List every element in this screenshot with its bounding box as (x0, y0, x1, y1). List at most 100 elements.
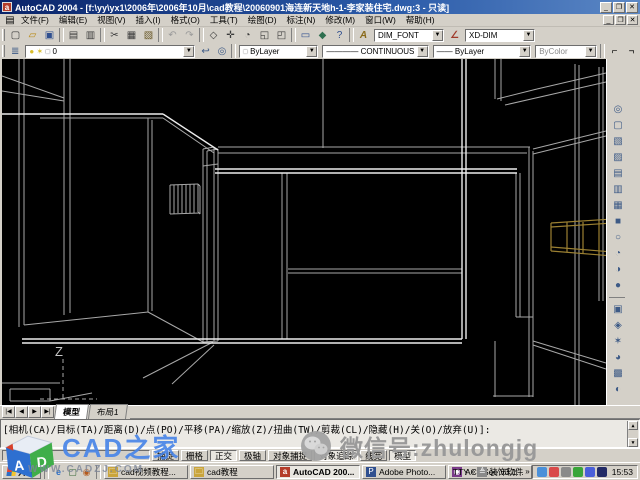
zoom-realtime-icon[interactable]: ◔ (239, 28, 256, 43)
tab-模型[interactable]: 模型 (54, 404, 89, 419)
3d-wireframe-icon[interactable]: ▧ (609, 133, 627, 149)
menu-工具T[interactable]: 工具(T) (205, 14, 243, 26)
2d-wireframe-icon[interactable]: ▢ (609, 117, 627, 133)
tab-nav-2[interactable]: ▶ (28, 406, 41, 418)
copy-icon[interactable]: ▦ (123, 28, 140, 43)
model-space-viewport[interactable]: Z (0, 59, 606, 405)
show-desktop-icon[interactable]: ▢ (66, 465, 79, 478)
menu-插入I[interactable]: 插入(I) (131, 14, 166, 26)
status-toggle-对象捕捉[interactable]: 对象捕捉 (268, 450, 312, 461)
task-button-cad教程[interactable]: 🗀cad教程 (190, 465, 274, 479)
pan-realtime-icon[interactable]: ✛ (222, 28, 239, 43)
task-button-cad视频教程...[interactable]: 🗀cad视频教程... (104, 465, 188, 479)
menu-修改M[interactable]: 修改(M) (320, 14, 360, 26)
layer-freeze-sun-icon[interactable]: ✶ (36, 47, 43, 56)
chevron-down-icon[interactable]: ▼ (417, 46, 428, 57)
3d-swivel-camera-icon[interactable]: ◎ (609, 101, 627, 117)
chevron-icon[interactable]: » (471, 467, 475, 476)
menu-编辑E[interactable]: 编辑(E) (54, 14, 92, 26)
flat-shaded-edges-icon[interactable]: ▦ (609, 197, 627, 213)
status-toggle-对象追踪[interactable]: 对象追踪 (314, 450, 358, 461)
layer-combo[interactable]: ● ✶ ■ 0 ▼ (25, 45, 195, 58)
layer-on-bulb-icon[interactable]: ● (29, 47, 34, 56)
command-line-window[interactable]: [相机(CA)/目标(TA)/距离(D)/点(PO)/平移(PA)/缩放(Z)/… (0, 419, 640, 448)
text-style-combo[interactable]: DIM_FONT ▼ (374, 29, 444, 42)
docked-toolbar-icon-1[interactable]: ¬ (623, 44, 640, 59)
linetype-combo[interactable]: ———— CONTINUOUS ▼ (322, 45, 428, 58)
redo-icon[interactable]: ↷ (181, 28, 198, 43)
scroll-down-icon[interactable]: ▼ (628, 438, 638, 447)
hidden-view-icon[interactable]: ▨ (609, 149, 627, 165)
tab-nav-0[interactable]: |◀ (2, 406, 15, 418)
menu-格式O[interactable]: 格式(O) (166, 14, 205, 26)
make-object-layer-current-icon[interactable]: ◎ (214, 44, 230, 59)
toolbar-grip[interactable] (2, 45, 5, 57)
3d-zoom-icon[interactable]: ◔ (609, 245, 627, 261)
layer-manager-icon[interactable]: ≣ (7, 44, 23, 59)
taskbar-toolbar-label[interactable]: ≜ 装饰软件 » (477, 466, 529, 478)
layer-previous-icon[interactable]: ↩ (197, 44, 213, 59)
title-bar[interactable]: a AutoCAD 2004 - [f:\yy\yx1\2006年\2006年1… (0, 0, 640, 14)
help-icon[interactable]: ? (331, 28, 348, 43)
document-window-close-icon[interactable]: ✕ (627, 15, 638, 25)
text-style-icon[interactable]: A (355, 28, 372, 43)
tray-icon-0[interactable] (537, 467, 547, 477)
status-toggle-栅格[interactable]: 栅格 (181, 450, 208, 461)
render-icon[interactable]: ▣ (609, 301, 627, 317)
status-toggle-线宽[interactable]: 线宽 (360, 450, 387, 461)
window-minimize-icon[interactable]: _ (600, 2, 612, 13)
menu-绘图D[interactable]: 绘图(D) (243, 14, 282, 26)
3d-orbit-icon[interactable]: ◑ (609, 261, 627, 277)
3d-continuous-orbit-icon[interactable]: ● (609, 277, 627, 293)
paste-icon[interactable]: ▧ (140, 28, 157, 43)
tray-icon-3[interactable] (573, 467, 583, 477)
undo-icon[interactable]: ↶ (164, 28, 181, 43)
menu-标注N[interactable]: 标注(N) (282, 14, 321, 26)
scenes-icon[interactable]: ◈ (609, 317, 627, 333)
status-toggle-模型[interactable]: 模型 (389, 450, 416, 461)
scroll-up-icon[interactable]: ▲ (628, 421, 638, 430)
lights-icon[interactable]: ✶ (609, 333, 627, 349)
menu-窗口W[interactable]: 窗口(W) (360, 14, 401, 26)
zoom-previous-icon[interactable]: ◰ (273, 28, 290, 43)
gouraud-shaded-edges-icon[interactable]: ■ (609, 213, 627, 229)
chevron-down-icon[interactable]: ▼ (432, 30, 443, 41)
tray-icon-4[interactable] (585, 467, 595, 477)
lineweight-combo[interactable]: —— ByLayer ▼ (433, 45, 532, 58)
chevron-icon[interactable]: » (525, 467, 529, 476)
menu-视图V[interactable]: 视图(V) (92, 14, 130, 26)
tab-nav-3[interactable]: ▶| (41, 406, 54, 418)
plot-preview-icon[interactable]: ▥ (82, 28, 99, 43)
tabs-scroll-track[interactable] (130, 406, 640, 419)
save-icon[interactable]: ▣ (41, 28, 58, 43)
media-player-icon[interactable]: ◉ (80, 465, 93, 478)
language-indicator[interactable]: TTY » (453, 467, 476, 477)
hyperlink-icon[interactable]: ◇ (205, 28, 222, 43)
status-toggle-捕捉[interactable]: 捕捉 (152, 450, 179, 461)
toolbar-grip[interactable] (2, 29, 5, 41)
materials-icon[interactable]: ◕ (609, 349, 627, 365)
document-window-minimize-icon[interactable]: _ (603, 15, 614, 25)
background-icon[interactable]: ◐ (609, 381, 627, 397)
menu-文件F[interactable]: 文件(F) (16, 14, 54, 26)
chevron-down-icon[interactable]: ▼ (306, 46, 317, 57)
tray-icon-5[interactable] (597, 467, 607, 477)
zoom-window-icon[interactable]: ◱ (256, 28, 273, 43)
mapping-icon[interactable]: ▩ (609, 365, 627, 381)
flat-shaded-icon[interactable]: ▤ (609, 165, 627, 181)
tab-布局1[interactable]: 布局1 (88, 404, 128, 419)
command-scrollbar[interactable]: ▲ ▼ (627, 421, 638, 447)
docked-toolbar-icon-0[interactable]: ⌐ (606, 44, 623, 59)
status-toggle-正交[interactable]: 正交 (210, 450, 237, 461)
task-button-Adobe Photo...[interactable]: PAdobe Photo... (362, 465, 446, 479)
tray-icon-1[interactable] (549, 467, 559, 477)
color-combo[interactable]: ■ ByLayer ▼ (239, 45, 318, 58)
tab-nav-1[interactable]: ◀ (15, 406, 28, 418)
new-icon[interactable]: ▢ (7, 28, 24, 43)
menu-帮助H[interactable]: 帮助(H) (401, 14, 440, 26)
plot-icon[interactable]: ▤ (65, 28, 82, 43)
window-close-icon[interactable]: ✕ (626, 2, 638, 13)
window-restore-icon[interactable]: ❐ (613, 2, 625, 13)
task-button-AutoCAD 200...[interactable]: aAutoCAD 200... (276, 465, 360, 479)
designcenter-icon[interactable]: ◆ (314, 28, 331, 43)
